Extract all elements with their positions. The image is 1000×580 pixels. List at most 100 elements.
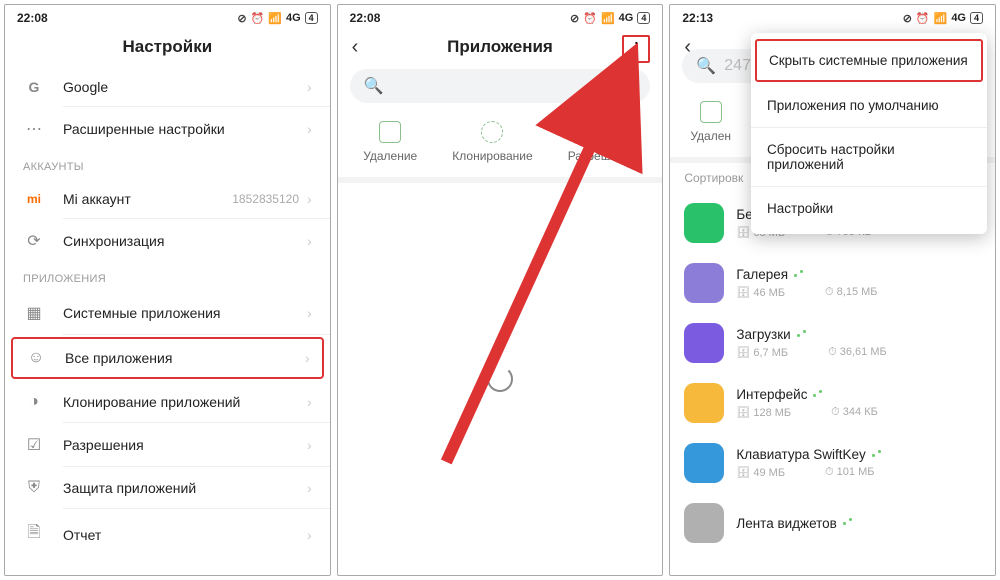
app-row[interactable]: Загрузки 🗄 6,7 МБ⏱ 36,61 МБ — [670, 313, 995, 373]
search-icon: 🔍 — [696, 56, 716, 76]
action-row: Удаление Клонирование Разрешения — [338, 111, 663, 183]
dnd-icon: ⊘ — [570, 12, 579, 25]
action-label: Клонирование — [452, 149, 532, 163]
settings-row-all-apps[interactable]: ☺ Все приложения › — [11, 337, 324, 379]
back-button[interactable]: ‹ — [352, 37, 359, 57]
row-label: Отчет — [63, 527, 307, 543]
screen-apps-menu: 22:13 ⊘ ⏰ 📶 4G 4 ‹ 🔍 247 Удален Сортиров… — [669, 4, 996, 576]
signal-icon: 📶 — [268, 12, 282, 25]
search-icon: 🔍 — [364, 76, 384, 96]
signal-icon: 📶 — [601, 12, 615, 25]
app-name: Клавиатура SwiftKey — [736, 447, 981, 462]
status-time: 22:08 — [17, 11, 48, 25]
app-meta: 🗄 6,7 МБ⏱ 36,61 МБ — [736, 346, 981, 359]
app-icon — [684, 383, 724, 423]
app-info: Интерфейс 🗄 128 МБ⏱ 344 КБ — [736, 387, 981, 419]
status-bar: 22:08 ⊘ ⏰ 📶 4G 4 — [5, 5, 330, 29]
screen-apps: 22:08 ⊘ ⏰ 📶 4G 4 ‹ Приложения ⋮ 🔍 Удален… — [337, 4, 664, 576]
settings-row-permissions[interactable]: ☑ Разрешения › — [5, 423, 330, 467]
settings-row-report[interactable]: 🗎 Отчет › — [5, 509, 330, 560]
action-delete[interactable]: Удаление — [363, 121, 417, 163]
battery-icon: 4 — [970, 12, 983, 25]
app-name: Галерея — [736, 267, 981, 282]
app-icon — [684, 203, 724, 243]
app-meta: 🗄 49 МБ ⏱ 101 МБ — [736, 466, 981, 479]
app-cache: ⏱ 101 МБ — [825, 466, 874, 479]
app-row[interactable]: Интерфейс 🗄 128 МБ⏱ 344 КБ — [670, 373, 995, 433]
status-icons: ⊘ ⏰ 📶 4G 4 — [570, 12, 650, 25]
dnd-icon: ⊘ — [903, 12, 912, 25]
app-meta: 🗄 46 МБ⏱ 8,15 МБ — [736, 286, 981, 299]
signal-icon: 📶 — [934, 12, 948, 25]
menu-settings[interactable]: Настройки — [751, 187, 987, 230]
row-label: Разрешения — [63, 437, 307, 453]
page-title: Приложения — [447, 37, 553, 57]
action-label: Разрешения — [568, 149, 637, 163]
settings-row-sync[interactable]: ⟳ Синхронизация › — [5, 219, 330, 263]
status-bar: 22:08 ⊘ ⏰ 📶 4G 4 — [338, 5, 663, 29]
google-icon: G — [23, 79, 45, 95]
status-time: 22:08 — [350, 11, 381, 25]
menu-hide-system-apps[interactable]: Скрыть системные приложения — [755, 39, 983, 82]
action-permissions[interactable]: Разрешения — [568, 121, 637, 163]
header: ‹ Приложения ⋮ — [338, 29, 663, 67]
status-time: 22:13 — [682, 11, 713, 25]
back-button[interactable]: ‹ — [684, 37, 691, 57]
app-row[interactable]: Лента виджетов — [670, 493, 995, 553]
menu-reset-app-settings[interactable]: Сбросить настройки приложений — [751, 128, 987, 187]
app-size: 🗄 6,7 МБ — [736, 346, 788, 359]
trash-icon — [700, 101, 722, 123]
app-icon — [684, 263, 724, 303]
action-delete[interactable]: Удален — [690, 101, 731, 143]
trash-icon — [379, 121, 401, 143]
app-info: Загрузки 🗄 6,7 МБ⏱ 36,61 МБ — [736, 327, 981, 359]
app-meta: 🗄 128 МБ⏱ 344 КБ — [736, 406, 981, 419]
action-label: Удален — [690, 129, 731, 143]
row-label: Mi аккаунт — [63, 191, 232, 207]
chevron-right-icon: › — [307, 305, 312, 321]
chevron-right-icon: › — [307, 121, 312, 137]
lock-shield-icon: ⛨ — [23, 479, 45, 497]
shield-icon — [591, 121, 613, 143]
app-name: Загрузки — [736, 327, 981, 342]
network-label: 4G — [286, 12, 301, 24]
row-label: Системные приложения — [63, 305, 307, 321]
running-indicator-icon — [794, 270, 804, 280]
action-clone[interactable]: Клонирование — [452, 121, 532, 163]
settings-row-system-apps[interactable]: ▦ Системные приложения › — [5, 291, 330, 335]
header: Настройки — [5, 29, 330, 67]
settings-row-mi-account[interactable]: mi Mi аккаунт 1852835120 › — [5, 179, 330, 219]
row-label: Google — [63, 79, 307, 95]
app-info: Лента виджетов — [736, 516, 981, 531]
row-label: Клонирование приложений — [63, 394, 307, 410]
section-accounts: АККАУНТЫ — [5, 151, 330, 179]
clone-icon — [481, 121, 503, 143]
apps-icon: ☺ — [25, 349, 47, 367]
running-indicator-icon — [797, 330, 807, 340]
menu-default-apps[interactable]: Приложения по умолчанию — [751, 84, 987, 128]
running-indicator-icon — [843, 518, 853, 528]
app-list: Безопасность 🗄 68 МБ⏱ 799 КБГалерея 🗄 46… — [670, 193, 995, 553]
clone-icon: ◑ — [23, 393, 45, 411]
app-size: 🗄 128 МБ — [736, 406, 791, 419]
settings-row-app-protect[interactable]: ⛨ Защита приложений › — [5, 467, 330, 509]
app-row[interactable]: Клавиатура SwiftKey 🗄 49 МБ ⏱ 101 МБ — [670, 433, 995, 493]
app-size: 🗄 49 МБ — [736, 466, 785, 479]
status-icons: ⊘ ⏰ 📶 4G 4 — [903, 12, 983, 25]
overflow-menu-button[interactable]: ⋮ — [622, 35, 650, 63]
settings-row-clone-apps[interactable]: ◑ Клонирование приложений › — [5, 381, 330, 423]
app-row[interactable]: Галерея 🗄 46 МБ⏱ 8,15 МБ — [670, 253, 995, 313]
loading-area — [338, 183, 663, 575]
shield-icon: ☑ — [23, 435, 45, 455]
alarm-icon: ⏰ — [583, 12, 597, 25]
search-input[interactable]: 🔍 — [350, 69, 651, 103]
battery-icon: 4 — [637, 12, 650, 25]
settings-row-google[interactable]: G Google › — [5, 67, 330, 107]
app-icon — [684, 323, 724, 363]
settings-row-advanced[interactable]: ⋯ Расширенные настройки › — [5, 107, 330, 151]
network-label: 4G — [951, 12, 966, 24]
row-label: Защита приложений — [63, 480, 307, 496]
chevron-right-icon: › — [307, 527, 312, 543]
spinner-icon — [487, 366, 513, 392]
battery-icon: 4 — [305, 12, 318, 25]
